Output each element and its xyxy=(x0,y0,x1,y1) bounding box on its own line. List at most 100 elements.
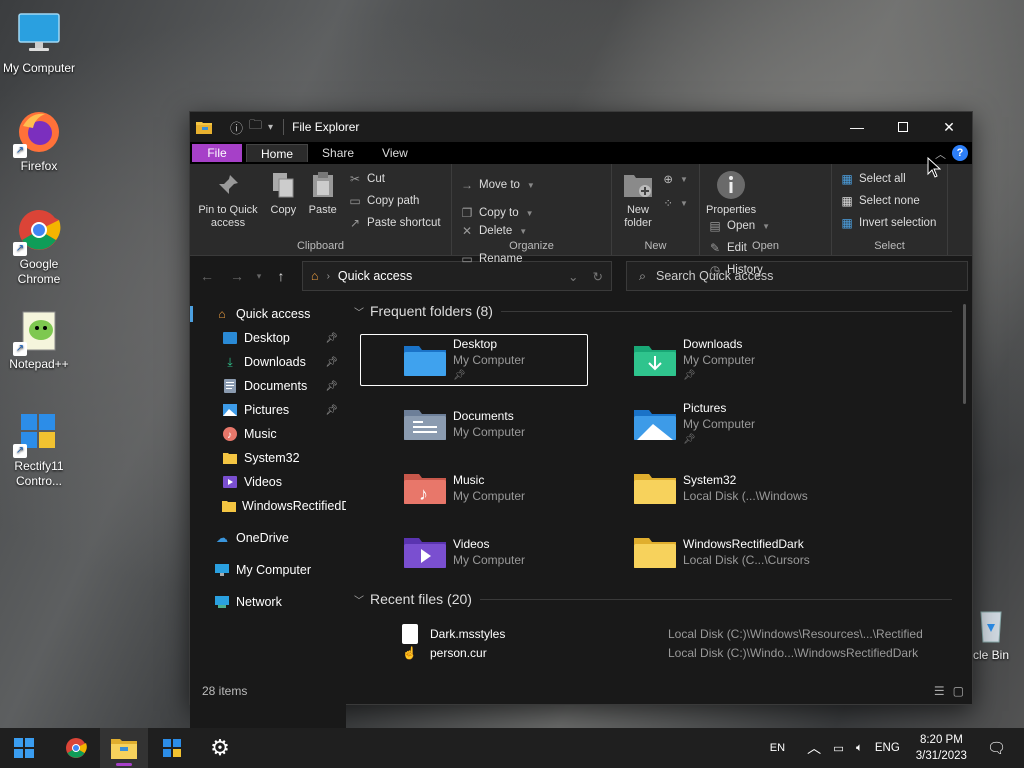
copy-path-button[interactable]: ▭ Copy path xyxy=(348,192,441,210)
maximize-button[interactable] xyxy=(880,112,926,142)
easy-access-icon[interactable]: ⁘ ▼ xyxy=(663,194,688,212)
tab-home[interactable]: Home xyxy=(246,144,309,162)
frequent-folders-header[interactable]: ﹀ Frequent folders (8) xyxy=(354,298,952,324)
folder-tile-system32[interactable]: System32 Local Disk (...\Windows xyxy=(590,462,818,514)
address-dropdown-icon[interactable]: ⌄ xyxy=(568,269,578,284)
search-input[interactable]: ⌕ Search Quick access xyxy=(626,261,968,291)
nav-music[interactable]: ♪ Music xyxy=(190,422,346,446)
details-view-icon[interactable]: ☰ xyxy=(934,684,945,698)
ribbon-group-new: New folder ⊕ ▼ ⁘ ▼ New xyxy=(612,164,700,255)
desktop-folder-icon xyxy=(222,330,238,346)
breadcrumb-chevron-icon: › xyxy=(326,270,330,282)
input-method[interactable]: ENG xyxy=(875,742,900,754)
desktop-icon-chrome[interactable]: ↗ Google Chrome xyxy=(0,206,78,287)
new-folder-button[interactable]: New folder xyxy=(618,170,658,230)
new-folder-icon xyxy=(622,170,654,200)
paste-shortcut-button[interactable]: ↗ Paste shortcut xyxy=(348,214,441,232)
gear-icon: ⚙ xyxy=(210,735,230,760)
show-hidden-icons-chevron-icon[interactable]: ︿ xyxy=(807,738,821,758)
volume-icon[interactable]: 🔈︎ xyxy=(856,742,863,755)
desktop-icon-rectify11[interactable]: ↗ Rectify11 Contro... xyxy=(0,408,78,489)
folder-tile-pictures[interactable]: Pictures My Computer 📌︎ xyxy=(590,398,818,450)
folder-tile-documents[interactable]: Documents My Computer xyxy=(360,398,588,450)
start-button[interactable] xyxy=(0,728,48,768)
nav-pictures[interactable]: Pictures 📌︎ xyxy=(190,398,346,422)
desktop-icon-notepadpp[interactable]: ↗ Notepad++ xyxy=(0,306,78,372)
large-icons-view-icon[interactable]: ▢ xyxy=(953,684,964,698)
close-button[interactable]: ✕ xyxy=(926,112,972,142)
taskbar-chrome[interactable] xyxy=(52,728,100,768)
delete-button[interactable]: ✕ Delete ▼ xyxy=(460,222,527,240)
rename-button[interactable]: ▭ Rename xyxy=(460,250,527,268)
title-bar[interactable]: ⓘ 🗀 ▾ File Explorer — ✕ xyxy=(190,112,972,142)
delete-x-icon: ✕ xyxy=(461,224,473,238)
folder-tile-downloads[interactable]: Downloads My Computer 📌︎ xyxy=(590,334,818,386)
new-item-icon[interactable]: ⊕ ▼ xyxy=(663,170,688,188)
history-button[interactable]: ◷ History xyxy=(708,261,770,279)
notification-center-icon[interactable]: 🗨︎ xyxy=(987,739,1006,757)
folder-tile-windowsrectifieddark[interactable]: WindowsRectifiedDark Local Disk (C...\Cur… xyxy=(590,526,818,578)
folder-tile-desktop[interactable]: Desktop My Computer 📌︎ xyxy=(360,334,588,386)
folder-tile-videos[interactable]: Videos My Computer xyxy=(360,526,588,578)
open-button[interactable]: ▤ Open ▼ xyxy=(708,217,770,235)
taskbar-file-explorer[interactable] xyxy=(100,728,148,768)
taskbar-control-app[interactable] xyxy=(148,728,196,768)
ribbon-group-clipboard: Pin to Quick access Copy Paste ✂ Cut ▭ Cop… xyxy=(190,164,452,255)
desktop-icon-firefox[interactable]: ↗ Firefox xyxy=(0,108,78,174)
recent-file-row[interactable]: ☝ person.cur Local Disk (C:)\Windo...\Win… xyxy=(402,646,952,660)
folder-tile-music[interactable]: ♪ Music My Computer xyxy=(360,462,588,514)
desktop-icon-my-computer[interactable]: My Computer xyxy=(0,10,78,76)
vertical-scrollbar[interactable] xyxy=(963,304,966,404)
copy-to-button[interactable]: ❐ Copy to ▼ xyxy=(460,204,535,222)
paste-button[interactable]: Paste xyxy=(307,170,339,217)
shortcut-arrow-icon: ↗ xyxy=(13,444,27,458)
nav-quick-access[interactable]: ⌂ Quick access xyxy=(190,302,346,326)
recent-files-header[interactable]: ﹀ Recent files (20) xyxy=(354,586,952,612)
firefox-icon: ↗ xyxy=(13,108,63,158)
tab-file[interactable]: File xyxy=(192,144,242,162)
nav-windowsrectifieddark[interactable]: WindowsRectifiedD xyxy=(190,494,346,518)
nav-desktop[interactable]: Desktop 📌︎ xyxy=(190,326,346,350)
nav-system32[interactable]: System32 xyxy=(190,446,346,470)
tab-view[interactable]: View xyxy=(368,144,422,162)
move-to-button[interactable]: → Move to ▼ xyxy=(460,176,535,194)
new-folder-qat-icon[interactable]: 🗀 xyxy=(249,116,262,138)
paste-shortcut-icon: ↗ xyxy=(350,216,361,230)
cloud-icon: ☁ xyxy=(216,531,228,545)
collapse-chevron-icon: ﹀ xyxy=(354,595,364,607)
nav-network[interactable]: Network xyxy=(190,590,346,614)
nav-onedrive[interactable]: ☁ OneDrive xyxy=(190,526,346,550)
recent-file-row[interactable]: Dark.msstyles Local Disk (C:)\Windows\Re… xyxy=(402,622,952,646)
back-arrow-icon[interactable]: ← xyxy=(192,268,222,284)
properties-qat-icon[interactable]: ⓘ xyxy=(230,118,243,137)
properties-button[interactable]: Properties xyxy=(706,170,756,217)
invert-selection-button[interactable]: ▦ Invert selection xyxy=(840,214,936,232)
cut-button[interactable]: ✂ Cut xyxy=(348,170,441,188)
breadcrumb-location[interactable]: Quick access xyxy=(338,269,412,283)
nav-downloads[interactable]: ⤓ Downloads 📌︎ xyxy=(190,350,346,374)
nav-documents[interactable]: Documents 📌︎ xyxy=(190,374,346,398)
recent-locations-chevron-icon[interactable]: ▾ xyxy=(252,271,266,282)
tab-share[interactable]: Share xyxy=(308,144,368,162)
language-indicator[interactable]: EN xyxy=(770,742,785,754)
help-button[interactable]: ? xyxy=(952,145,968,161)
folder-icon xyxy=(633,534,677,570)
monitor-icon xyxy=(214,562,230,578)
select-none-icon: ▦ xyxy=(841,194,853,208)
minimize-button[interactable]: — xyxy=(834,112,880,142)
dropdown-caret-icon: ▼ xyxy=(762,221,771,231)
clock[interactable]: 8:20 PM 3/31/2023 xyxy=(916,732,967,764)
taskbar-settings[interactable]: ⚙ xyxy=(196,728,244,768)
nav-my-computer[interactable]: My Computer xyxy=(190,558,346,582)
customize-qat-chevron-icon[interactable]: ▾ xyxy=(268,122,273,133)
up-arrow-icon[interactable]: ↑ xyxy=(266,268,296,284)
select-none-button[interactable]: ▦ Select none xyxy=(840,192,936,210)
network-tray-icon[interactable]: ▭ xyxy=(833,741,844,755)
refresh-icon[interactable]: ↻ xyxy=(593,269,603,284)
copy-button[interactable]: Copy xyxy=(267,170,299,217)
nav-videos[interactable]: Videos xyxy=(190,470,346,494)
videos-icon xyxy=(222,474,238,490)
forward-arrow-icon[interactable]: → xyxy=(222,268,252,284)
select-all-button[interactable]: ▦ Select all xyxy=(840,170,936,188)
pin-to-quick-access-button[interactable]: Pin to Quick access xyxy=(196,170,260,230)
